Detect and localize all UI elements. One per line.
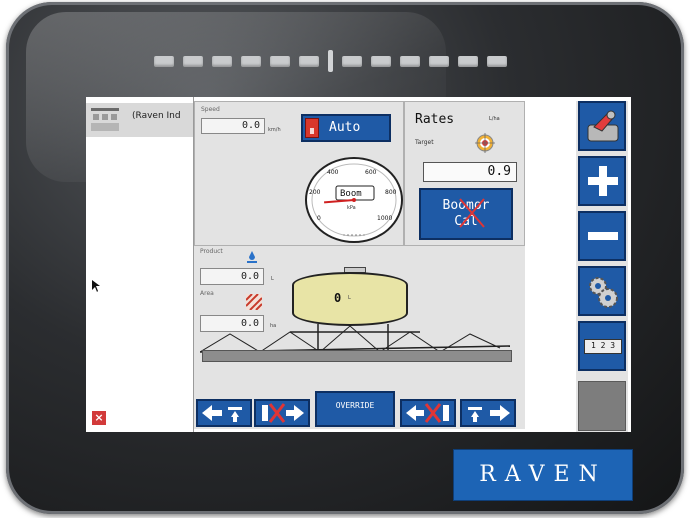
status-led: [458, 55, 478, 67]
status-led: [400, 55, 420, 67]
auto-mode-button[interactable]: Auto: [301, 114, 391, 142]
increase-rate-button[interactable]: [578, 156, 626, 206]
master-switch-button[interactable]: [578, 101, 626, 151]
led-divider: [328, 50, 333, 72]
arrow-left-icon: [202, 405, 242, 422]
mode-toggle-icon: [305, 118, 319, 138]
master-switch-icon: [587, 110, 619, 142]
section-close-left-button[interactable]: [254, 399, 310, 427]
counter-button[interactable]: 1 2 3: [578, 321, 626, 371]
section-close-left-icon: [262, 403, 304, 423]
tank-level-unit: L: [348, 295, 351, 301]
status-led: [342, 55, 362, 67]
empty-button-slot: [578, 381, 626, 431]
gauge-hub: [352, 198, 356, 202]
status-led: [429, 55, 449, 67]
file-panel: (Raven Ind ×: [86, 97, 194, 432]
gauge-tick-label: 800: [385, 189, 397, 196]
status-led: [183, 55, 203, 67]
tank-level-value: 0: [334, 291, 342, 305]
counter-icon: 1 2 3: [584, 339, 622, 354]
status-led-bar: [154, 50, 507, 72]
status-led: [270, 55, 290, 67]
product-volume-unit: L: [271, 276, 274, 282]
status-led: [299, 55, 319, 67]
minus-icon: [588, 232, 618, 240]
speed-unit: km/h: [268, 127, 281, 133]
speed-label: Speed: [201, 106, 220, 113]
main-panel: Speed 0.0 km/h Auto 0 200 400 600 800 10…: [194, 101, 525, 429]
gauge-tick-label: 600: [365, 169, 377, 176]
decrease-rate-button[interactable]: [578, 211, 626, 261]
status-led: [212, 55, 232, 67]
section-close-right-icon: [406, 403, 449, 423]
section-close-right-button[interactable]: [400, 399, 456, 427]
arrow-right-icon: [468, 405, 510, 422]
close-button[interactable]: ×: [91, 410, 107, 426]
gauge-tick-label: 400: [327, 169, 339, 176]
section-control-bar: OVERRIDE: [194, 391, 525, 429]
section-right-button[interactable]: [460, 399, 516, 427]
rates-panel: Rates L/ha Target 0.9 Boomor Cal: [404, 101, 525, 246]
product-drop-icon: [247, 251, 257, 263]
rate-value-field[interactable]: 0.9: [423, 162, 517, 182]
status-led: [371, 55, 391, 67]
boom-pressure-gauge: 0 200 400 600 800 1000 Boom kPa: [305, 157, 403, 243]
area-hatch-icon: [246, 294, 262, 310]
plus-icon: [588, 166, 618, 196]
sprayer-file-icon: [91, 108, 119, 131]
settings-button[interactable]: [578, 266, 626, 316]
speed-readout: 0.0: [201, 118, 265, 134]
section-left-button[interactable]: [196, 399, 252, 427]
area-label: Area: [200, 290, 214, 297]
status-led: [154, 55, 174, 67]
gauge-tick-label: 1000: [377, 215, 392, 222]
gears-icon: [589, 277, 618, 308]
auto-mode-label: Auto: [329, 120, 361, 135]
rates-unit: L/ha: [489, 116, 500, 122]
rates-title: Rates: [415, 112, 455, 127]
target-label: Target: [415, 139, 434, 146]
status-led: [487, 55, 507, 67]
raven-logo: RAVEN: [453, 449, 633, 501]
product-panel: Product 0.0 L Area 0.0 ha 0 L: [194, 246, 525, 391]
override-button[interactable]: OVERRIDE: [315, 391, 395, 427]
gauge-unit: kPa: [347, 205, 356, 211]
gauge-label: Boom: [340, 189, 362, 199]
target-icon[interactable]: [475, 133, 495, 153]
boom-cal-button[interactable]: Boomor Cal: [419, 188, 513, 240]
gauge-tick-label: 200: [309, 189, 321, 196]
file-item-label: (Raven Ind: [132, 111, 181, 121]
speed-gauge-panel: Speed 0.0 km/h Auto 0 200 400 600 800 10…: [194, 101, 404, 246]
display-screen: (Raven Ind × Speed 0.0 km/h Auto 0 200 4…: [86, 97, 631, 432]
disabled-cross-icon: [459, 198, 485, 228]
product-label: Product: [200, 248, 223, 255]
gauge-tick-label: 0: [317, 215, 321, 222]
status-led: [241, 55, 261, 67]
side-toolbar: 1 2 3: [576, 101, 628, 432]
file-list-item[interactable]: (Raven Ind: [86, 103, 193, 137]
mouse-cursor-icon: [92, 280, 100, 292]
boom-section-bar: [202, 350, 512, 362]
product-volume-readout: 0.0: [200, 268, 264, 285]
boom-truss-graphic: [200, 324, 510, 353]
